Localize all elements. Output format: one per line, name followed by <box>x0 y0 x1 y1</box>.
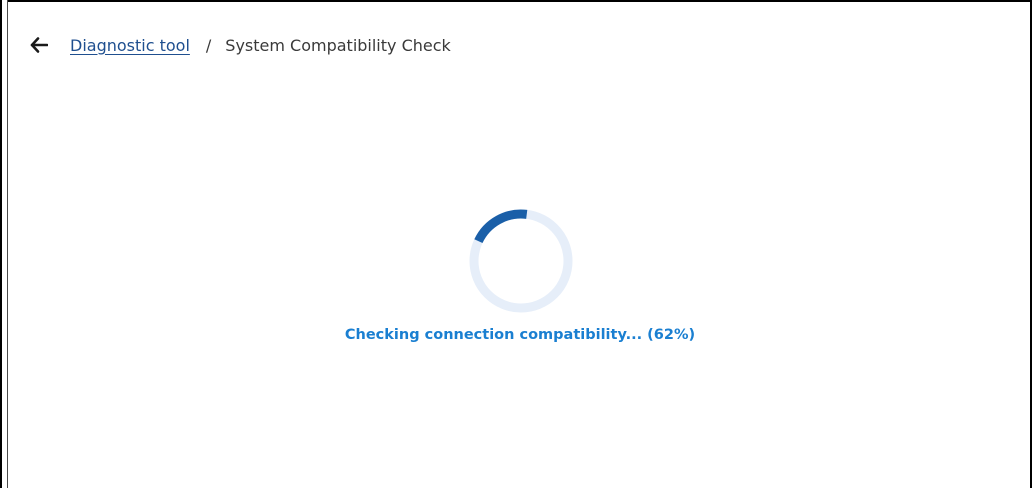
breadcrumb-current-page: System Compatibility Check <box>225 35 451 55</box>
left-border-inner <box>7 0 8 488</box>
arrow-left-icon <box>30 37 48 53</box>
top-border <box>0 0 1032 2</box>
spinner-arc <box>474 209 528 244</box>
back-button[interactable] <box>28 34 50 56</box>
breadcrumb: Diagnostic tool / System Compatibility C… <box>28 32 451 58</box>
loading-spinner <box>469 209 573 313</box>
progress-status-text: Checking connection compatibility... (62… <box>344 327 696 343</box>
page-frame: Diagnostic tool / System Compatibility C… <box>0 0 1032 488</box>
breadcrumb-separator: / <box>205 35 212 55</box>
breadcrumb-link-diagnostic-tool[interactable]: Diagnostic tool <box>70 36 190 55</box>
